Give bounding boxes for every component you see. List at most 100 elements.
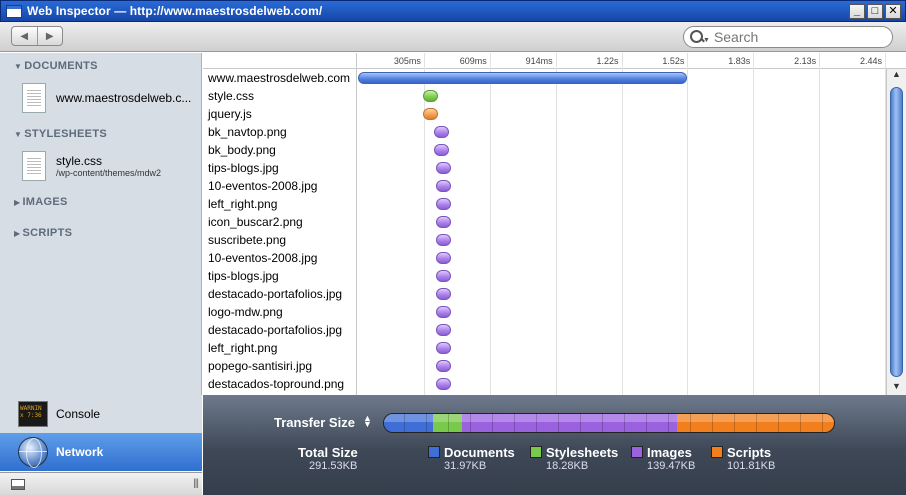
resource-row[interactable]: bk_navtop.png [203, 123, 886, 141]
timing-bar[interactable] [435, 360, 451, 372]
sidebar-footer: ||| [0, 472, 202, 495]
tick-label: 609ms [459, 56, 487, 66]
sidebar-item-console[interactable]: WARNIN x 7:36 Console [0, 395, 202, 433]
sidebar-item-stylesheet[interactable]: style.css /wp-content/themes/mdw2 [22, 151, 161, 181]
timing-bar[interactable] [422, 90, 438, 102]
resource-name: suscribete.png [208, 233, 287, 247]
resource-name: 10-eventos-2008.jpg [208, 251, 318, 265]
summary-panel: Transfer Size ▲ ▼ Total Size 291.53KB Do… [203, 395, 906, 495]
tick-label: 914ms [525, 56, 553, 66]
graph-segment [433, 414, 462, 432]
resource-row[interactable]: destacado-portafolios.jpg [203, 321, 886, 339]
maximize-button[interactable]: □ [867, 4, 883, 19]
section-label: STYLESHEETS [24, 128, 107, 140]
resource-row[interactable]: icon_buscar2.png [203, 213, 886, 231]
resource-row[interactable]: destacado-portafolios.jpg [203, 285, 886, 303]
timeline-header: 305ms 609ms 914ms 1.22s 1.52s 1.83s 2.13s 2.44s [203, 53, 906, 69]
resource-row[interactable]: 10-eventos-2008.jpg [203, 177, 886, 195]
resource-name: icon_buscar2.png [208, 215, 303, 229]
disclosure-closed-icon: ▶ [14, 229, 21, 238]
tick-label: 2.13s [794, 56, 817, 66]
timing-bar[interactable] [358, 72, 688, 84]
tick-label: 2.44s [860, 56, 883, 66]
search-field[interactable]: ▼ [683, 26, 893, 48]
resource-timeline: www.maestrosdelweb.com style.css jquery.js… [203, 69, 886, 395]
resource-row[interactable]: style.css [203, 87, 886, 105]
search-icon [690, 30, 708, 44]
timing-bar[interactable] [435, 234, 451, 246]
timing-bar[interactable] [435, 288, 451, 300]
disclosure-open-icon: ▼ [14, 130, 23, 139]
resource-name: 10-eventos-2008.jpg [208, 179, 318, 193]
resource-row[interactable]: 10-eventos-2008.jpg [203, 249, 886, 267]
sidebar-section-images[interactable]: ▶ IMAGES [14, 196, 68, 208]
resource-name: bk_body.png [208, 143, 276, 157]
timing-bar[interactable] [435, 198, 451, 210]
scroll-up-icon[interactable]: ▲ [887, 69, 906, 83]
resource-name: www.maestrosdelweb.com [208, 71, 351, 85]
legend-label: Documents [444, 445, 515, 460]
search-input[interactable] [713, 29, 874, 45]
resource-row[interactable]: www.maestrosdelweb.com [203, 69, 886, 87]
scrollbar-thumb[interactable] [890, 87, 903, 377]
resource-name: destacados-topround.png [208, 377, 345, 391]
section-label: SCRIPTS [22, 227, 73, 239]
legend-label: Stylesheets [546, 445, 619, 460]
sidebar-item-network[interactable]: Network [0, 433, 202, 471]
timing-bar[interactable] [435, 306, 451, 318]
resize-grip-icon[interactable]: ||| [193, 478, 199, 489]
graph-segment [384, 414, 434, 432]
timing-bar[interactable] [435, 378, 451, 390]
sidebar-section-stylesheets[interactable]: ▼ STYLESHEETS [14, 128, 107, 140]
scroll-down-icon[interactable]: ▼ [887, 381, 906, 395]
timing-bar[interactable] [435, 324, 451, 336]
timing-bar[interactable] [433, 144, 449, 156]
resource-row[interactable]: bk_body.png [203, 141, 886, 159]
sidebar-section-documents[interactable]: ▼ DOCUMENTS [14, 60, 98, 72]
legend-swatch [530, 446, 542, 458]
close-button[interactable]: ✕ [885, 4, 901, 19]
window-app-icon [6, 4, 22, 18]
timing-bar[interactable] [435, 216, 451, 228]
legend-value: 139.47KB [647, 460, 696, 472]
dock-toggle-icon[interactable] [11, 479, 25, 490]
timeline-scrollbar[interactable]: ▲ ▼ [886, 69, 906, 395]
timing-bar[interactable] [422, 108, 438, 120]
timing-bar[interactable] [435, 270, 451, 282]
minimize-button[interactable]: _ [849, 4, 865, 19]
resource-row[interactable]: tips-blogs.jpg [203, 267, 886, 285]
resource-name: tips-blogs.jpg [208, 269, 279, 283]
back-arrow-icon: ◀ [20, 30, 29, 42]
summary-mode-label[interactable]: Transfer Size [274, 415, 355, 430]
timing-bar[interactable] [435, 342, 451, 354]
summary-mode-toggle-icon[interactable]: ▲ ▼ [363, 414, 372, 429]
timing-bar[interactable] [435, 180, 451, 192]
disclosure-closed-icon: ▶ [14, 198, 21, 207]
resource-name: style.css [208, 89, 255, 103]
timing-bar[interactable] [435, 162, 451, 174]
back-button[interactable]: ◀ [12, 27, 37, 45]
resource-row[interactable]: logo-mdw.png [203, 303, 886, 321]
timing-bar[interactable] [433, 126, 449, 138]
stylesheet-file-icon [22, 151, 46, 181]
timing-bar[interactable] [435, 252, 451, 264]
resource-row[interactable]: jquery.js [203, 105, 886, 123]
graph-segment [461, 414, 678, 432]
document-name: www.maestrosdelweb.c... [56, 91, 192, 105]
resource-row[interactable]: left_right.png [203, 339, 886, 357]
resource-name: bk_navtop.png [208, 125, 287, 139]
resource-row[interactable]: destacados-topround.png [203, 375, 886, 393]
section-label: DOCUMENTS [24, 60, 98, 72]
legend-swatch [631, 446, 643, 458]
resource-name: left_right.png [208, 341, 278, 355]
resource-row[interactable]: suscribete.png [203, 231, 886, 249]
tick-label: 1.22s [596, 56, 619, 66]
tick-label: 1.52s [662, 56, 685, 66]
sidebar-item-document[interactable]: www.maestrosdelweb.c... [22, 83, 191, 113]
forward-button[interactable]: ▶ [36, 27, 63, 45]
resource-row[interactable]: left_right.png [203, 195, 886, 213]
sidebar-section-scripts[interactable]: ▶ SCRIPTS [14, 227, 72, 239]
tick-label: 305ms [393, 56, 421, 66]
resource-row[interactable]: popego-santisiri.jpg [203, 357, 886, 375]
resource-row[interactable]: tips-blogs.jpg [203, 159, 886, 177]
